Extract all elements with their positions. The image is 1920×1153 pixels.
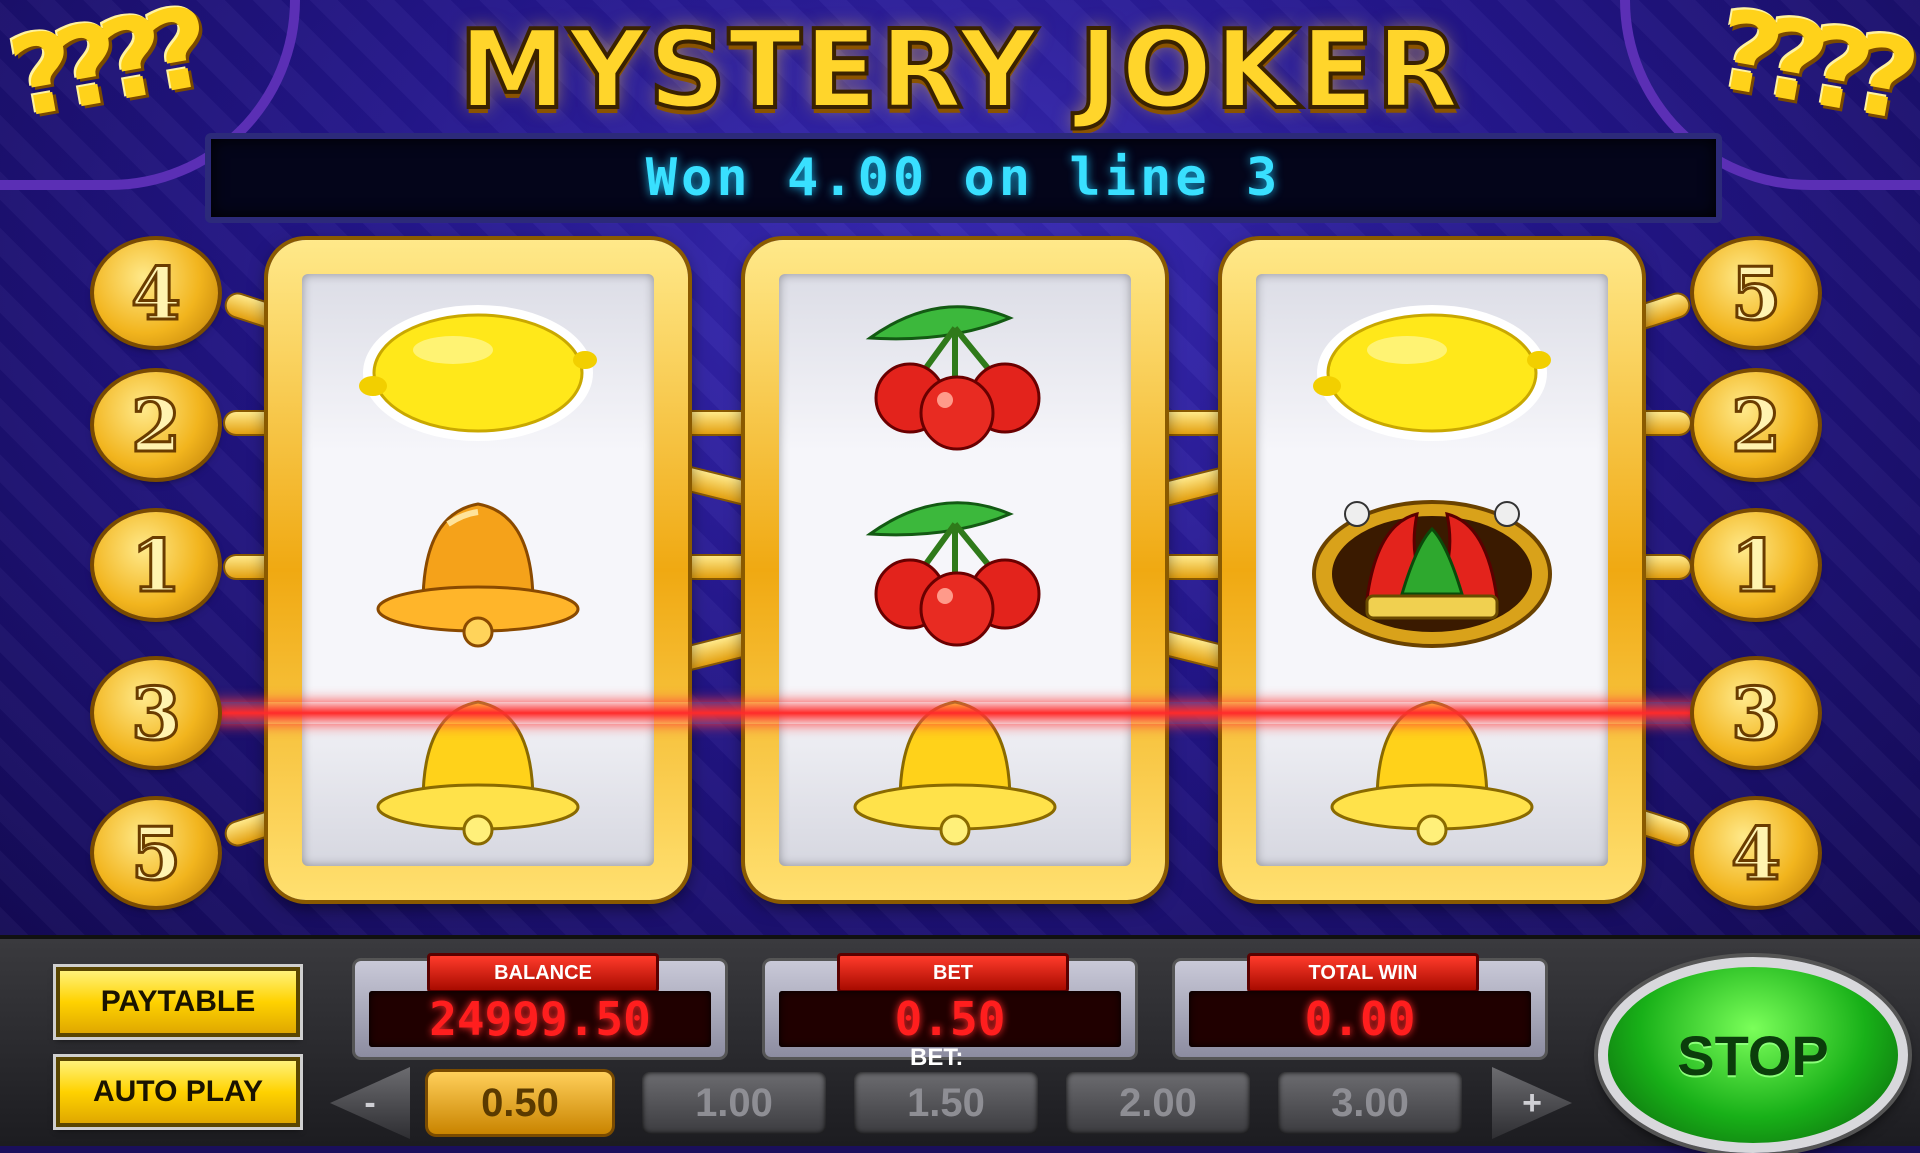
stop-button[interactable]: STOP — [1598, 957, 1908, 1153]
line-badge-left: 1 — [94, 512, 218, 618]
winning-payline — [165, 702, 1700, 724]
bet-display: BET 0.50 — [765, 953, 1135, 1057]
line-badge-left: 2 — [94, 372, 218, 478]
bell-icon — [302, 474, 654, 664]
total-win-value: 0.00 — [1189, 991, 1531, 1047]
balance-label: BALANCE — [427, 953, 659, 993]
bet-option[interactable]: 2.00 — [1066, 1072, 1250, 1134]
line-badge-left: 5 — [94, 800, 218, 906]
bet-option[interactable]: 1.50 — [854, 1072, 1038, 1134]
bet-decrease-button[interactable]: - — [330, 1067, 410, 1139]
paytable-button[interactable]: PAYTABLE — [56, 967, 300, 1037]
message-bar: Won 4.00 on line 3 — [205, 133, 1722, 223]
bell-icon — [1256, 672, 1608, 862]
reel-frame-1 — [268, 240, 688, 900]
win-message: Won 4.00 on line 3 — [645, 148, 1282, 208]
line-badge-right: 2 — [1694, 372, 1818, 478]
bell-icon — [302, 672, 654, 862]
reel-2 — [779, 274, 1131, 866]
bet-option[interactable]: 3.00 — [1278, 1072, 1462, 1134]
reel-frame-3 — [1222, 240, 1642, 900]
line-badge-left: 3 — [94, 660, 218, 766]
bet-option[interactable]: 0.50 — [428, 1072, 612, 1134]
bet-selector-label: BET: — [910, 1044, 964, 1071]
cherries-icon — [779, 278, 1131, 468]
reel-frame-2 — [745, 240, 1165, 900]
reel-3 — [1256, 274, 1608, 866]
joker-icon — [1256, 474, 1608, 664]
total-win-display: TOTAL WIN 0.00 — [1175, 953, 1545, 1057]
game-title: MYSTERY JOKER — [457, 6, 1462, 135]
line-badge-right: 3 — [1694, 660, 1818, 766]
line-badge-left: 4 — [94, 240, 218, 346]
bet-increase-button[interactable]: + — [1492, 1067, 1572, 1139]
line-badge-right: 4 — [1694, 800, 1818, 906]
lemon-icon — [302, 278, 654, 468]
balance-value: 24999.50 — [369, 991, 711, 1047]
balance-display: BALANCE 24999.50 — [355, 953, 725, 1057]
line-badge-right: 1 — [1694, 512, 1818, 618]
line-badge-right: 5 — [1694, 240, 1818, 346]
control-panel: PAYTABLE AUTO PLAY BALANCE 24999.50 BET … — [0, 935, 1920, 1153]
reel-1 — [302, 274, 654, 866]
bet-display-label: BET — [837, 953, 1069, 993]
total-win-label: TOTAL WIN — [1247, 953, 1479, 993]
bet-option[interactable]: 1.00 — [642, 1072, 826, 1134]
cherries-icon — [779, 474, 1131, 664]
auto-play-button[interactable]: AUTO PLAY — [56, 1057, 300, 1127]
bell-icon — [779, 672, 1131, 862]
bet-display-value: 0.50 — [779, 991, 1121, 1047]
lemon-icon — [1256, 278, 1608, 468]
